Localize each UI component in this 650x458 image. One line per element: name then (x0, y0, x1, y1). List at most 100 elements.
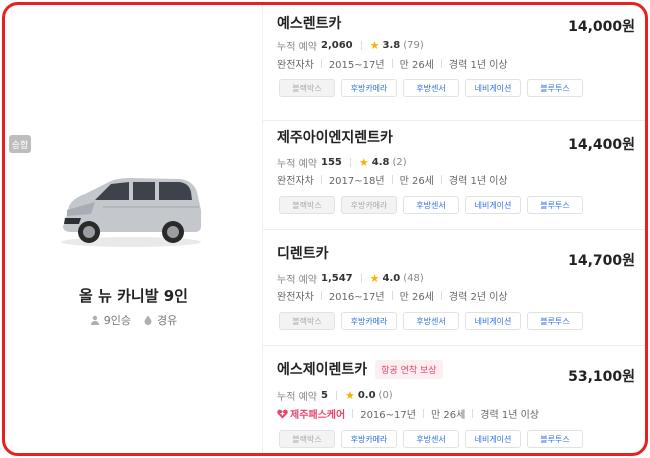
option-blackbox: 블랙박스 (279, 430, 335, 448)
company-price: 14,000원 (568, 19, 635, 35)
option-navigation: 네비게이션 (465, 196, 521, 214)
condition-divider (391, 175, 393, 184)
car-years: 2017~18년 (328, 176, 385, 187)
option-rear-camera: 후방카메라 (341, 196, 397, 214)
company-stats: 누적 예약 5 ★ 0.0 (0) (277, 388, 393, 403)
reservations-count: 5 (320, 390, 328, 401)
option-rear-camera: 후방카메라 (341, 312, 397, 330)
review-count: (2) (392, 157, 407, 168)
company-name: 디렌트카 (277, 243, 329, 263)
star-icon: ★ (369, 39, 380, 52)
stat-divider (335, 391, 337, 400)
company-row[interactable]: 디렌트카 14,700원 누적 예약 1,547 ★ 4.0 (48) 완전자차… (263, 230, 645, 346)
condition-divider (320, 175, 322, 184)
company-stats: 누적 예약 2,060 ★ 3.8 (79) (277, 38, 424, 53)
rating-value: 3.8 (382, 40, 401, 51)
insurance-type: 완전자차 (277, 292, 314, 303)
fuel-label: 경유 (157, 314, 178, 327)
option-blackbox: 블랙박스 (279, 312, 335, 330)
option-navigation: 네비게이션 (465, 79, 521, 97)
reservations-label: 누적 예약 (277, 159, 317, 170)
condition-divider (440, 291, 442, 300)
star-icon: ★ (358, 156, 369, 169)
company-name: 예스렌트카 (277, 13, 341, 33)
rating-value: 0.0 (357, 390, 376, 401)
star-icon: ★ (344, 389, 355, 402)
company-price: 14,700원 (568, 253, 635, 269)
highlight-frame: 승합 올 뉴 카니발 9인 9인승 경유 예스렌트카 14,000원 누적 예약… (2, 2, 648, 456)
condition-divider (352, 409, 354, 418)
driving-experience: 경력 1년 이상 (448, 60, 508, 71)
insurance-type: 완전자차 (277, 60, 314, 71)
condition-divider (422, 409, 424, 418)
car-name: 올 뉴 카니발 9인 (79, 287, 188, 305)
option-tags: 블랙박스 후방카메라 후방센서 네비게이션 블루투스 (279, 79, 583, 97)
company-conditions: 완전자차 2015~17년 만 26세 경력 1년 이상 (277, 56, 508, 71)
stat-divider (360, 274, 362, 283)
company-list: 예스렌트카 14,000원 누적 예약 2,060 ★ 3.8 (79) 완전자… (263, 5, 645, 453)
company-name-text: 에스제이렌트카 (277, 362, 368, 378)
reservations-label: 누적 예약 (277, 392, 317, 403)
company-name-text: 예스렌트카 (277, 16, 342, 32)
rating-value: 4.0 (382, 273, 401, 284)
option-rear-sensor: 후방센서 (403, 430, 459, 448)
option-blackbox: 블랙박스 (279, 79, 335, 97)
car-card[interactable]: 승합 올 뉴 카니발 9인 9인승 경유 (5, 5, 262, 453)
stat-divider (360, 41, 362, 50)
option-blackbox: 블랙박스 (279, 196, 335, 214)
jejupass-care: 제주패스케어 (277, 406, 345, 421)
company-stats: 누적 예약 155 ★ 4.8 (2) (277, 155, 407, 170)
company-row[interactable]: 에스제이렌트카 항공 연착 보상 53,100원 누적 예약 5 ★ 0.0 (… (263, 346, 645, 453)
company-name-text: 디렌트카 (277, 246, 329, 262)
reservations-label: 누적 예약 (277, 275, 317, 286)
option-bluetooth: 블루투스 (527, 312, 583, 330)
company-name: 제주아이엔지렌트카 (277, 127, 393, 147)
min-age: 만 26세 (399, 292, 434, 303)
car-years: 2016~17년 (360, 410, 416, 421)
min-age: 만 26세 (399, 60, 434, 71)
company-conditions: 완전자차 2016~17년 만 26세 경력 2년 이상 (277, 288, 508, 303)
option-rear-sensor: 후방센서 (403, 79, 459, 97)
company-row[interactable]: 제주아이엔지렌트카 14,400원 누적 예약 155 ★ 4.8 (2) 완전… (263, 114, 645, 230)
seats-label: 9인승 (103, 314, 131, 327)
condition-divider (391, 59, 393, 68)
flight-delay-compensation-badge: 항공 연착 보상 (375, 359, 443, 379)
company-conditions: 제주패스케어 2016~17년 만 26세 경력 1년 이상 (277, 406, 539, 421)
company-name: 에스제이렌트카 항공 연착 보상 (277, 359, 443, 379)
insurance-type: 제주패스케어 (290, 410, 346, 421)
option-tags: 블랙박스 후방카메라 후방센서 네비게이션 블루투스 (279, 312, 583, 330)
option-rear-camera: 후방카메라 (341, 79, 397, 97)
option-tags: 블랙박스 후방카메라 후방센서 네비게이션 블루투스 (279, 196, 583, 214)
person-icon (90, 315, 99, 325)
driving-experience: 경력 1년 이상 (480, 410, 540, 421)
min-age: 만 26세 (399, 176, 434, 187)
heart-plus-icon (277, 409, 288, 418)
car-type-tag: 승합 (9, 135, 31, 153)
condition-divider (391, 291, 393, 300)
reservations-count: 2,060 (320, 40, 353, 51)
rating-value: 4.8 (371, 157, 390, 168)
option-rear-sensor: 후방센서 (403, 312, 459, 330)
reservations-count: 1,547 (320, 273, 353, 284)
option-navigation: 네비게이션 (465, 430, 521, 448)
option-bluetooth: 블루투스 (527, 79, 583, 97)
car-meta: 9인승 경유 (5, 312, 262, 328)
review-count: (48) (403, 273, 424, 284)
fuel-info: 경유 (143, 312, 177, 328)
review-count: (79) (403, 40, 424, 51)
stat-divider (349, 158, 351, 167)
car-image (61, 178, 201, 247)
company-row[interactable]: 예스렌트카 14,000원 누적 예약 2,060 ★ 3.8 (79) 완전자… (263, 5, 645, 121)
car-years: 2016~17년 (328, 292, 385, 303)
review-count: (0) (378, 390, 393, 401)
option-navigation: 네비게이션 (465, 312, 521, 330)
reservations-label: 누적 예약 (277, 42, 317, 53)
car-years: 2015~17년 (328, 60, 385, 71)
driving-experience: 경력 1년 이상 (448, 176, 508, 187)
seats-info: 9인승 (90, 312, 131, 328)
company-name-text: 제주아이엔지렌트카 (277, 130, 393, 146)
condition-divider (320, 59, 322, 68)
company-price: 14,400원 (568, 137, 635, 153)
condition-divider (440, 175, 442, 184)
company-price: 53,100원 (568, 369, 635, 385)
